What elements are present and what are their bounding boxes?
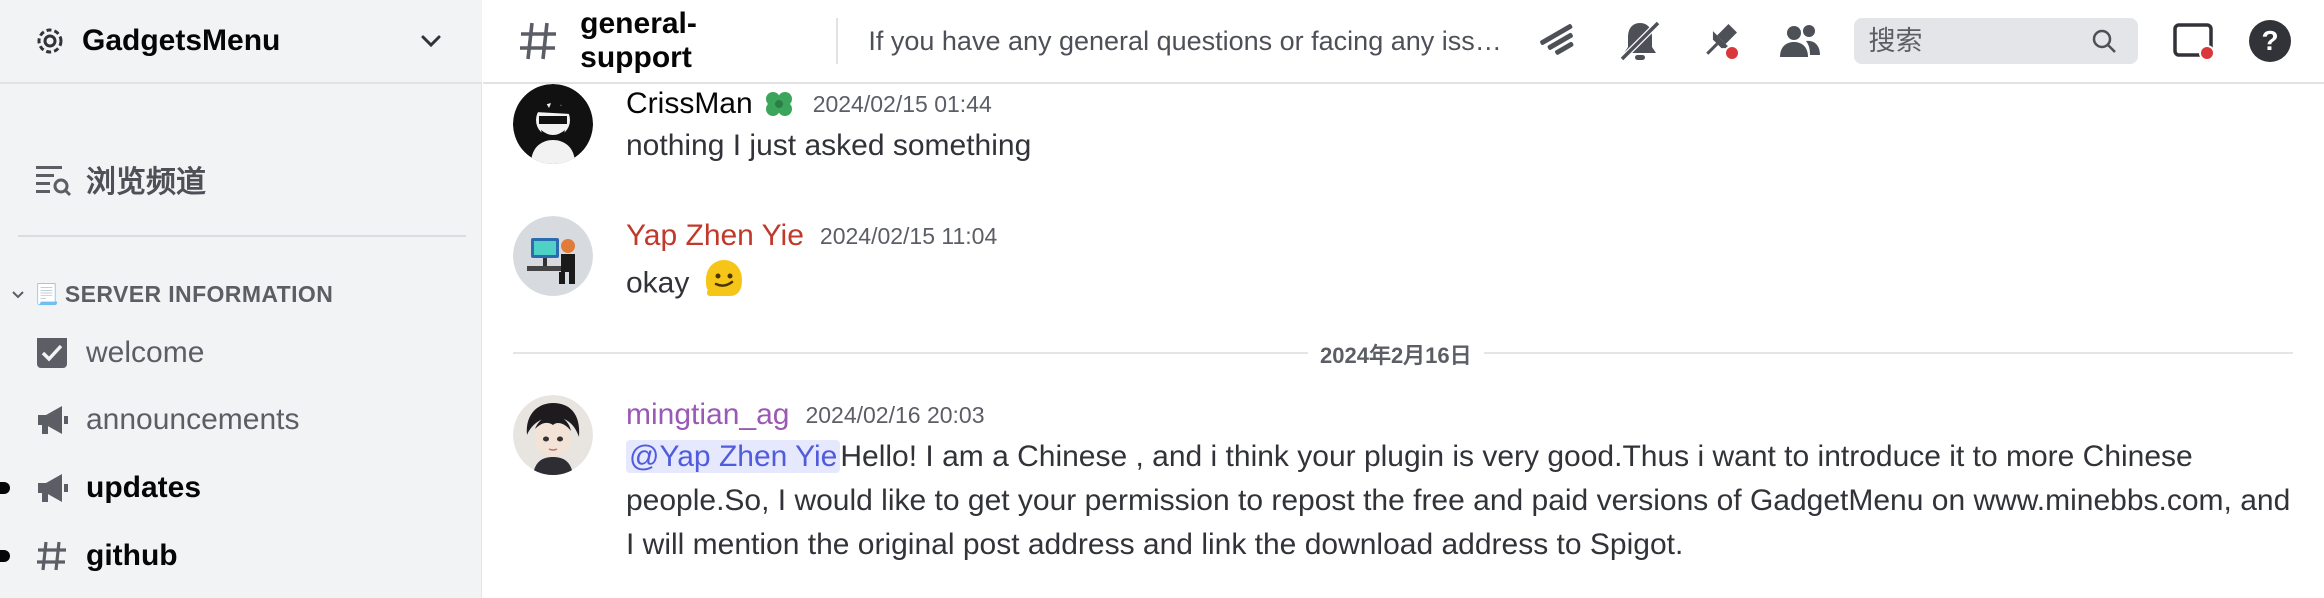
server-settings-icon: [32, 23, 68, 59]
message-content: @Yap Zhen Yie Hello! I am a Chinese , and…: [626, 435, 2306, 567]
hash-icon: [515, 18, 560, 64]
sidebar-item-updates[interactable]: updates: [0, 460, 472, 516]
server-header[interactable]: GadgetsMenu: [0, 0, 482, 84]
username[interactable]: CrissMan: [626, 87, 753, 121]
sidebar-divider: [18, 235, 466, 237]
header-divider: [836, 18, 839, 64]
megaphone-icon: [32, 400, 72, 440]
channel-sidebar: GadgetsMenu 浏览频道 📃 SERVER INFORMATION we…: [0, 0, 482, 598]
category-server-information[interactable]: 📃 SERVER INFORMATION: [8, 278, 333, 310]
header-toolbar: [1534, 15, 1854, 67]
search-input[interactable]: [1868, 25, 2089, 57]
channel-topic[interactable]: If you have any general questions or fac…: [868, 26, 1516, 57]
message-content: okay: [626, 256, 2306, 313]
sidebar-item-label: updates: [86, 471, 202, 504]
message-body: mingtian_ag 2024/02/16 20:03 @Yap Zhen Y…: [626, 395, 2306, 567]
message-body: Yap Zhen Yie 2024/02/15 11:04 okay: [626, 216, 2306, 313]
pinned-messages-icon[interactable]: [1694, 15, 1746, 67]
message-body: CrissMan 2024/02/15 01:44 nothing I just…: [626, 84, 2306, 168]
channel-title: general-support: [580, 7, 697, 74]
chevron-down-icon: [8, 284, 28, 304]
user-mention[interactable]: @Yap Zhen Yie: [626, 440, 841, 473]
sidebar-item-label: github: [86, 539, 178, 572]
rules-checkbox-icon: [32, 333, 72, 373]
browse-channels-button[interactable]: 浏览频道: [32, 155, 206, 203]
browse-channels-label: 浏览频道: [86, 166, 206, 199]
unread-indicator: [0, 550, 10, 562]
clover-badge-icon: [761, 86, 797, 122]
help-icon[interactable]: ?: [2247, 17, 2294, 65]
hash-icon: [32, 536, 72, 576]
avatar[interactable]: [513, 84, 593, 164]
sidebar-item-announcements[interactable]: announcements: [32, 392, 472, 448]
channel-header: general-support If you have any general …: [483, 0, 2324, 84]
message-timestamp: 2024/02/16 20:03: [805, 401, 985, 428]
server-name: GadgetsMenu: [82, 24, 281, 57]
avatar[interactable]: [513, 216, 593, 296]
message-content: nothing I just asked something: [626, 129, 1032, 162]
message-header: CrissMan 2024/02/15 01:44: [626, 84, 2306, 124]
username[interactable]: mingtian_ag: [626, 398, 789, 432]
message-text: okay: [626, 266, 690, 300]
sidebar-item-label: announcements: [86, 403, 300, 436]
message-header: Yap Zhen Yie 2024/02/15 11:04: [626, 216, 2306, 256]
sidebar-item-github[interactable]: github: [0, 528, 472, 584]
category-emoji: 📃: [34, 283, 59, 306]
svg-text:?: ?: [2262, 25, 2279, 56]
message-text: Hello! I am a Chinese , and i think your…: [626, 440, 2291, 561]
search-icon: [2088, 25, 2120, 57]
megaphone-icon: [32, 468, 72, 508]
avatar[interactable]: [513, 395, 593, 475]
browse-channels-icon: [32, 158, 74, 200]
member-list-icon[interactable]: [1774, 15, 1826, 67]
message-timestamp: 2024/02/15 01:44: [812, 90, 992, 117]
unread-indicator: [0, 482, 10, 494]
melting-face-emoji-icon: [702, 256, 746, 313]
message-timestamp: 2024/02/15 11:04: [819, 222, 998, 249]
message-list: CrissMan 2024/02/15 01:44 nothing I just…: [483, 84, 2324, 598]
category-label: SERVER INFORMATION: [64, 280, 334, 307]
message-header: mingtian_ag 2024/02/16 20:03: [626, 395, 2306, 435]
inbox-icon[interactable]: [2170, 17, 2217, 65]
sidebar-item-welcome[interactable]: welcome: [32, 325, 472, 381]
mute-notifications-icon[interactable]: [1614, 15, 1666, 67]
date-divider-label: 2024年2月16日: [1308, 338, 1484, 370]
sidebar-item-label: welcome: [86, 336, 205, 369]
chevron-down-icon[interactable]: [416, 26, 446, 56]
search-bar[interactable]: [1854, 18, 2138, 64]
threads-icon[interactable]: [1534, 15, 1586, 67]
username[interactable]: Yap Zhen Yie: [626, 219, 804, 253]
